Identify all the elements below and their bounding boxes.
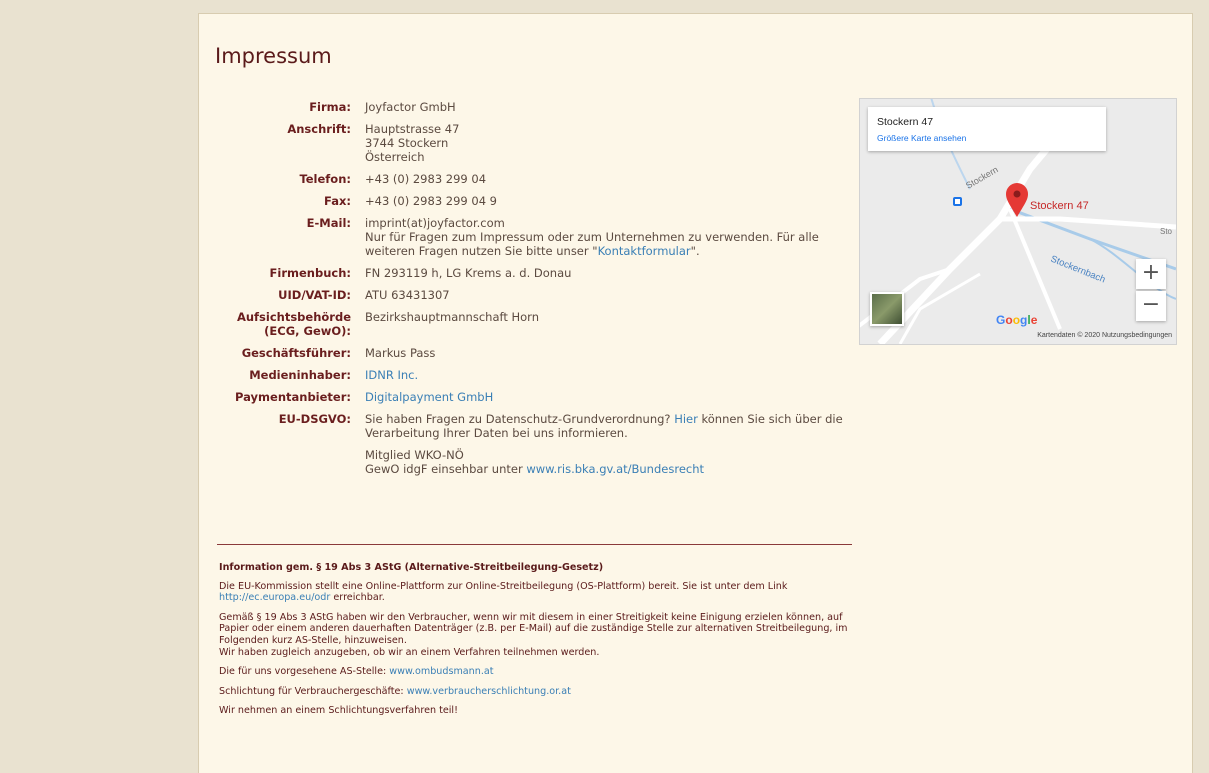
value-firma: Joyfactor GmbH xyxy=(365,100,456,114)
value-eu-dsgvo: Sie haben Fragen zu Datenschutz-Grundver… xyxy=(365,412,865,484)
value-telefon: +43 (0) 2983 299 04 xyxy=(365,172,487,186)
value-anschrift: Hauptstrasse 47 3744 Stockern Österreich xyxy=(365,122,865,172)
email-address: imprint(at)joyfactor.com xyxy=(365,216,505,230)
row-firma: Firma: Joyfactor GmbH xyxy=(211,100,865,122)
imprint-table: Firma: Joyfactor GmbH Anschrift: Hauptst… xyxy=(211,100,865,484)
email-note-end: ". xyxy=(690,244,700,258)
label-firma: Firma: xyxy=(309,100,351,114)
divider xyxy=(217,544,852,545)
ast-heading: Information gem. § 19 Abs 3 AStG (Altern… xyxy=(219,562,604,573)
paymentanbieter-link[interactable]: Digitalpayment GmbH xyxy=(365,390,493,404)
wko-member: Mitglied WKO-NÖ xyxy=(365,448,464,462)
ast-text-2b: Wir haben zugleich anzugeben, ob wir an … xyxy=(219,646,600,658)
ast-paragraph-1: Die EU-Kommission stellt eine Online-Pla… xyxy=(219,581,859,604)
ris-link[interactable]: www.ris.bka.gv.at/Bundesrecht xyxy=(526,462,704,476)
row-eu-dsgvo: EU-DSGVO: Sie haben Fragen zu Datenschut… xyxy=(211,412,865,484)
contact-form-link[interactable]: Kontaktformular xyxy=(598,244,691,258)
row-email: E-Mail: imprint(at)joyfactor.com Nur für… xyxy=(211,216,865,266)
label-uid: UID/VAT-ID: xyxy=(278,288,351,302)
ast-paragraph-5: Wir nehmen an einem Schlichtungsverfahre… xyxy=(219,705,458,717)
ast-paragraph-3: Die für uns vorgesehene AS-Stelle: www.o… xyxy=(219,666,859,678)
satellite-toggle[interactable] xyxy=(870,292,904,326)
label-telefon: Telefon: xyxy=(299,172,351,186)
label-anschrift: Anschrift: xyxy=(287,122,351,136)
ast-text-4: Schlichtung für Verbrauchergeschäfte: xyxy=(219,685,407,697)
map-attribution[interactable]: Kartendaten © 2020 Nutzungsbedingungen xyxy=(1037,332,1172,339)
row-firmenbuch: Firmenbuch: FN 293119 h, LG Krems a. d. … xyxy=(211,266,865,288)
value-firmenbuch: FN 293119 h, LG Krems a. d. Donau xyxy=(365,266,572,280)
label-aufsichtsbehoerde: Aufsichtsbehörde (ECG, GewO): xyxy=(236,310,351,338)
odr-link[interactable]: http://ec.europa.eu/odr xyxy=(219,592,330,603)
map-embed[interactable]: Stockern Stockernbach Sto Stockern 47 St… xyxy=(859,98,1177,345)
email-note: Nur für Fragen zum Impressum oder zum Un… xyxy=(365,230,819,258)
gewo-text: GewO idgF einsehbar unter xyxy=(365,462,527,476)
map-info-card: Stockern 47 Größere Karte ansehen xyxy=(868,107,1106,151)
value-aufsichtsbehoerde: Bezirkshauptmannschaft Horn xyxy=(365,310,539,324)
bigger-map-link[interactable]: Größere Karte ansehen xyxy=(877,133,966,143)
label-fax: Fax: xyxy=(324,194,351,208)
map-place-name: Stockern 47 xyxy=(877,116,934,128)
value-uid: ATU 63431307 xyxy=(365,288,450,302)
ast-text-1b: erreichbar. xyxy=(330,592,385,604)
zoom-out-button[interactable]: − xyxy=(1136,291,1166,321)
label-geschaeftsfuehrer: Geschäftsführer: xyxy=(241,346,351,360)
label-firmenbuch: Firmenbuch: xyxy=(269,266,351,280)
edge-label: Sto xyxy=(1160,227,1173,236)
row-uid: UID/VAT-ID: ATU 63431307 xyxy=(211,288,865,310)
ast-paragraph-2: Gemäß § 19 Abs 3 AStG haben wir den Verb… xyxy=(219,612,859,658)
verbraucherschlichtung-link[interactable]: www.verbraucherschlichtung.or.at xyxy=(407,686,571,697)
address-city: 3744 Stockern xyxy=(365,136,449,150)
medieninhaber-link[interactable]: IDNR Inc. xyxy=(365,368,418,382)
label-eu-dsgvo: EU-DSGVO: xyxy=(278,412,351,426)
row-fax: Fax: +43 (0) 2983 299 04 9 xyxy=(211,194,865,216)
ast-paragraph-4: Schlichtung für Verbrauchergeschäfte: ww… xyxy=(219,686,859,698)
row-anschrift: Anschrift: Hauptstrasse 47 3744 Stockern… xyxy=(211,122,865,172)
dsgvo-hier-link[interactable]: Hier xyxy=(674,412,698,426)
row-medieninhaber: Medieninhaber: IDNR Inc. xyxy=(211,368,865,390)
value-fax: +43 (0) 2983 299 04 9 xyxy=(365,194,498,208)
value-email: imprint(at)joyfactor.com Nur für Fragen … xyxy=(365,216,865,266)
value-geschaeftsfuehrer: Markus Pass xyxy=(365,346,436,360)
address-country: Österreich xyxy=(365,150,425,164)
label-medieninhaber: Medieninhaber: xyxy=(249,368,351,382)
ast-info: Information gem. § 19 Abs 3 AStG (Altern… xyxy=(219,562,859,725)
page-title: Impressum xyxy=(215,44,332,68)
ombudsmann-link[interactable]: www.ombudsmann.at xyxy=(389,666,493,677)
row-geschaeftsfuehrer: Geschäftsführer: Markus Pass xyxy=(211,346,865,368)
zoom-in-button[interactable]: + xyxy=(1136,259,1166,289)
marker-label: Stockern 47 xyxy=(1030,200,1089,212)
row-aufsichtsbehoerde: Aufsichtsbehörde (ECG, GewO): Bezirkshau… xyxy=(211,310,865,346)
address-street: Hauptstrasse 47 xyxy=(365,122,460,136)
row-paymentanbieter: Paymentanbieter: Digitalpayment GmbH xyxy=(211,390,865,412)
google-logo: Google xyxy=(996,313,1038,327)
value-paymentanbieter: Digitalpayment GmbH xyxy=(365,390,865,412)
label-email: E-Mail: xyxy=(306,216,351,230)
ast-text-2: Gemäß § 19 Abs 3 AStG haben wir den Verb… xyxy=(219,611,848,646)
content-panel: Impressum Firma: Joyfactor GmbH Anschrif… xyxy=(198,13,1193,773)
dsgvo-text: Sie haben Fragen zu Datenschutz-Grundver… xyxy=(365,412,675,426)
value-medieninhaber: IDNR Inc. xyxy=(365,368,865,390)
label-paymentanbieter: Paymentanbieter: xyxy=(235,390,351,404)
row-telefon: Telefon: +43 (0) 2983 299 04 xyxy=(211,172,865,194)
ast-text-3: Die für uns vorgesehene AS-Stelle: xyxy=(219,666,390,678)
ast-text-1: Die EU-Kommission stellt eine Online-Pla… xyxy=(219,580,788,592)
